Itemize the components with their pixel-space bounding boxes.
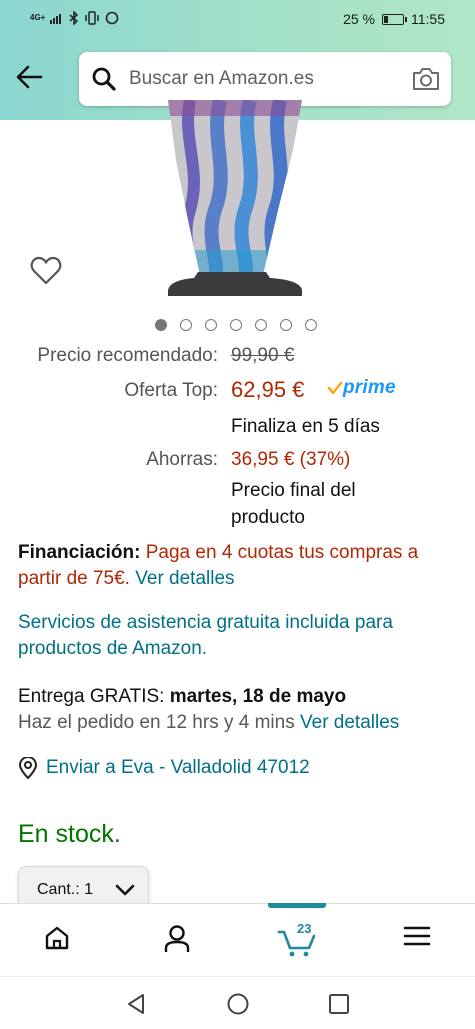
financing-line2: partir de 75€. Ver detalles (18, 566, 235, 592)
search-input[interactable] (129, 64, 399, 94)
nav-cart[interactable]: 23 (275, 921, 319, 960)
services-link-line1[interactable]: Servicios de asistencia gratuita incluid… (18, 610, 393, 636)
status-icons-left: 4G+ (30, 11, 119, 25)
carousel-dot[interactable] (180, 319, 192, 331)
financing-details-link[interactable]: Ver detalles (135, 568, 234, 589)
location-pin-icon (18, 757, 38, 779)
financing-text1: Paga en 4 cuotas tus compras a (145, 542, 419, 563)
recommended-price-label: Precio recomendado: (37, 345, 218, 366)
vibrate-icon (85, 11, 100, 25)
network-type: 4G+ (30, 13, 46, 22)
financing-text2: partir de 75€. (18, 568, 130, 589)
system-recents-icon[interactable] (328, 993, 350, 1015)
sync-icon (106, 11, 119, 25)
order-within-line: Haz el pedido en 12 hrs y 4 mins Ver det… (18, 710, 399, 736)
financing-line1: Financiación: Paga en 4 cuotas tus compr… (18, 540, 418, 566)
final-price-note-line1: Precio final del (231, 480, 356, 501)
system-nav-bar (0, 976, 475, 1029)
wishlist-button[interactable] (30, 256, 62, 291)
savings-value: 36,95 € (37%) (231, 449, 351, 470)
heart-icon (30, 256, 62, 285)
nav-menu[interactable] (397, 924, 437, 960)
battery-icon (382, 13, 407, 25)
carousel-dot[interactable] (305, 319, 317, 331)
signal-icon (50, 14, 62, 24)
battery-percent: 25 % (343, 11, 375, 27)
search-icon (92, 67, 116, 91)
bluetooth-icon (69, 11, 79, 25)
back-button[interactable] (14, 62, 46, 94)
account-icon (164, 925, 190, 952)
camera-icon[interactable] (411, 66, 441, 92)
carousel-dot[interactable] (155, 319, 167, 331)
bottom-nav: 23 (0, 903, 475, 976)
product-image[interactable] (160, 100, 320, 300)
delivery-line: Entrega GRATIS: martes, 18 de mayo (18, 684, 346, 710)
prime-label: prime (343, 377, 396, 398)
status-bar: 4G+ 25 % 11:55 (0, 0, 475, 40)
final-price-note-line2: producto (231, 507, 305, 528)
carousel-dot[interactable] (280, 319, 292, 331)
prime-badge: prime (327, 377, 396, 399)
recommended-price-value: 99,90 € (231, 345, 295, 366)
deal-price: 62,95 € (231, 377, 305, 402)
cart-active-indicator (268, 903, 326, 908)
quantity-label: Cant.: 1 (37, 881, 94, 898)
clock: 11:55 (411, 11, 445, 27)
image-carousel-dots[interactable] (155, 319, 317, 331)
carousel-dot[interactable] (205, 319, 217, 331)
quantity-value: 1 (84, 881, 94, 898)
arrow-left-icon (16, 65, 43, 89)
deal-label: Oferta Top: (124, 380, 218, 401)
nav-account[interactable] (157, 924, 197, 960)
deal-ends: Finaliza en 5 días (231, 416, 380, 437)
system-home-icon[interactable] (226, 992, 250, 1016)
chevron-down-icon (115, 884, 135, 896)
delivery-date: martes, 18 de mayo (169, 686, 347, 707)
stock-status: En stock. (18, 820, 121, 848)
delivery-prefix: Entrega GRATIS: (18, 686, 165, 707)
check-icon (327, 381, 343, 395)
delivery-details-link[interactable]: Ver detalles (300, 712, 399, 733)
carousel-dot[interactable] (255, 319, 267, 331)
menu-icon (403, 926, 431, 946)
home-icon (45, 926, 69, 950)
carousel-dot[interactable] (230, 319, 242, 331)
financing-label: Financiación: (18, 542, 141, 563)
nav-home[interactable] (37, 924, 77, 960)
address-text[interactable]: Enviar a Eva - Valladolid 47012 (46, 755, 310, 781)
savings-label: Ahorras: (146, 449, 218, 470)
status-icons-right: 25 % 11:55 (343, 11, 445, 27)
services-link-line2[interactable]: productos de Amazon. (18, 636, 207, 662)
order-within: Haz el pedido en 12 hrs y 4 mins (18, 712, 295, 733)
system-back-icon[interactable] (125, 992, 147, 1016)
search-bar[interactable] (79, 52, 451, 106)
cart-count: 23 (297, 921, 312, 936)
delivery-address[interactable]: Enviar a Eva - Valladolid 47012 (18, 755, 310, 781)
